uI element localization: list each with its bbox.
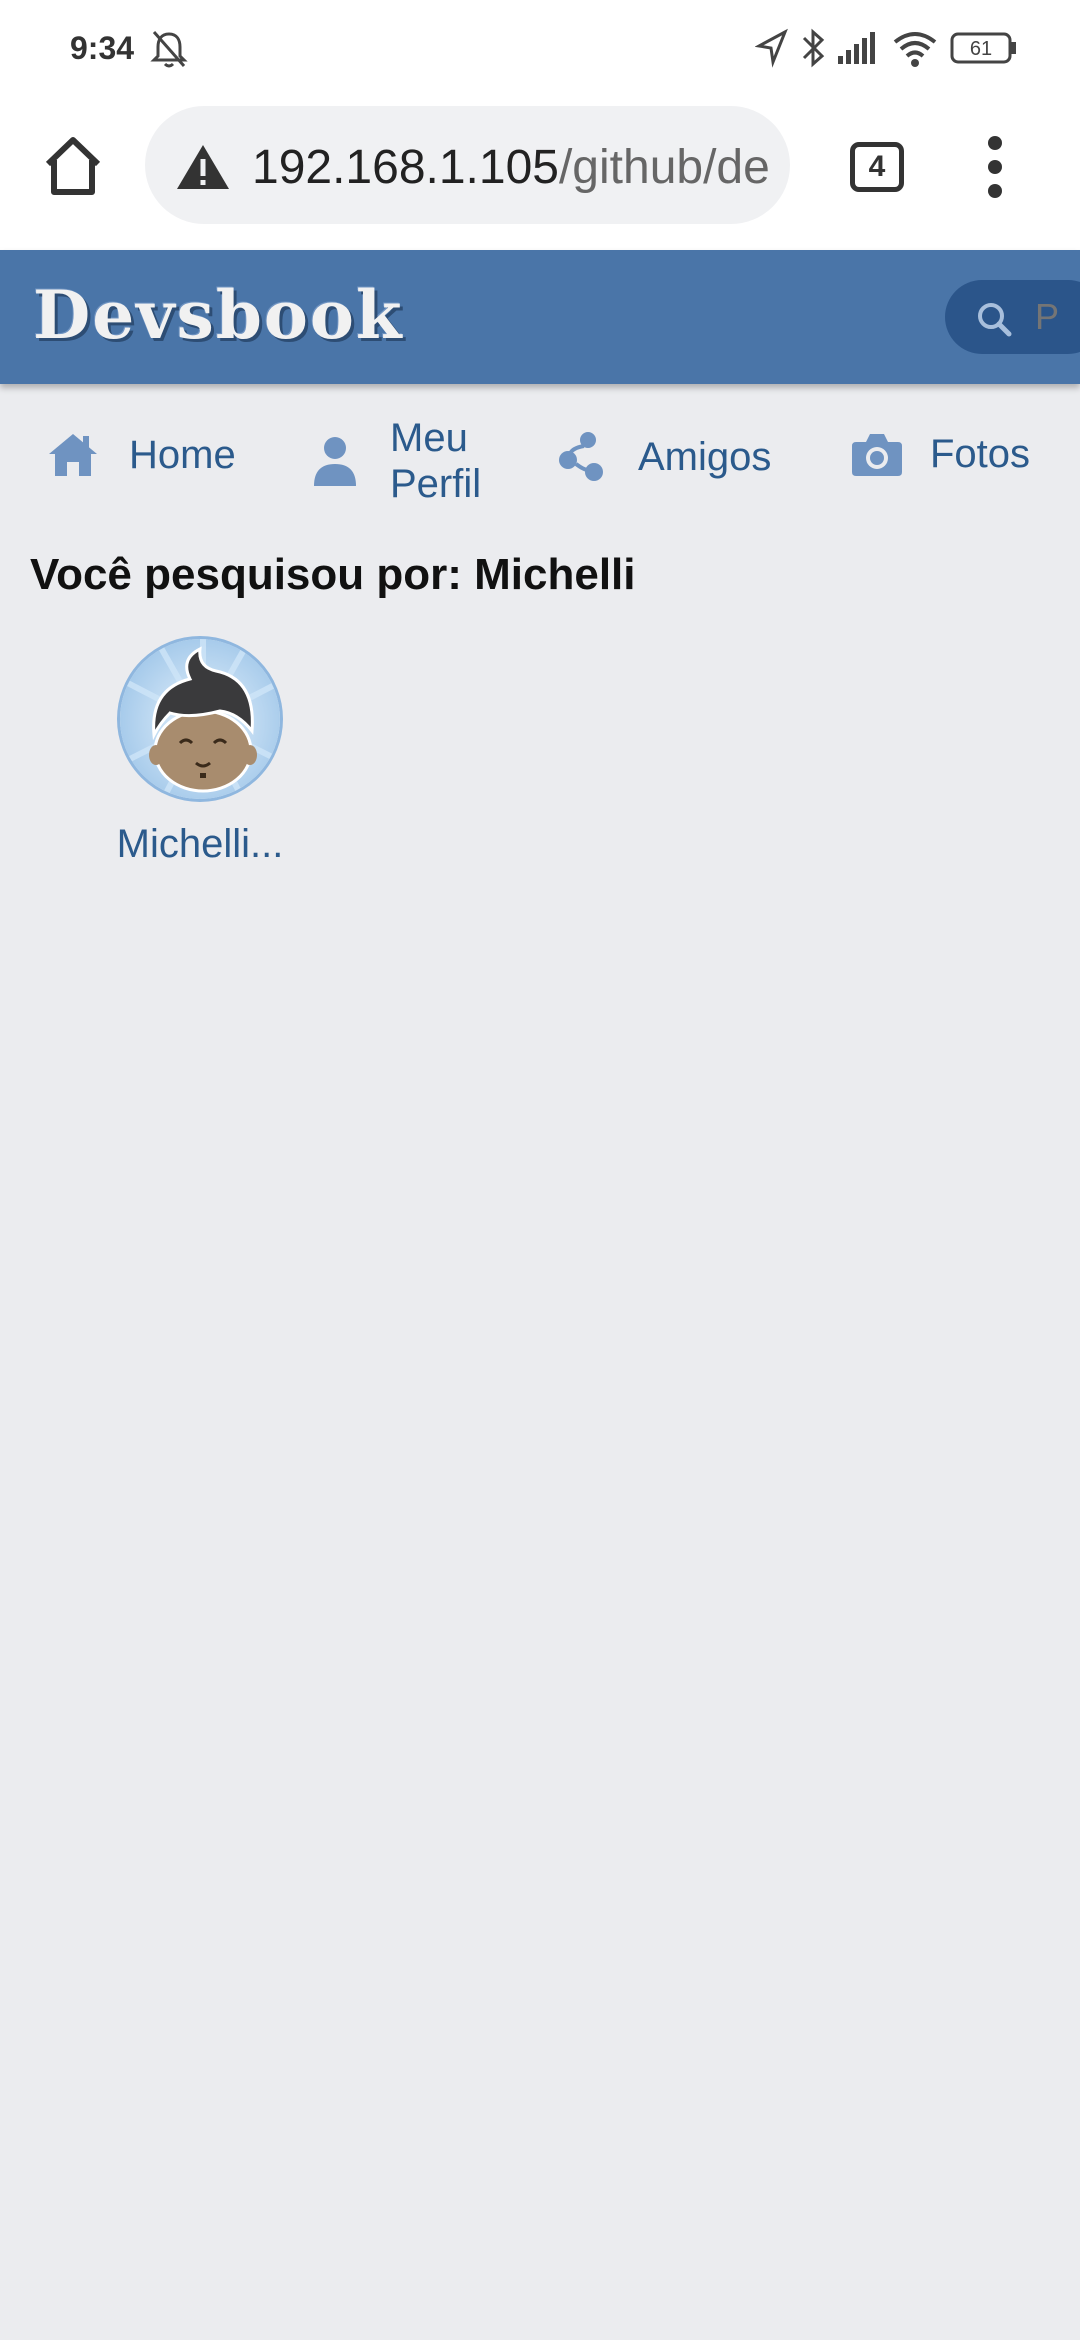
nav-label-home: Home xyxy=(129,433,236,477)
browser-toolbar: 192.168.1.105/github/de 4 xyxy=(0,100,1080,250)
site-logo[interactable]: Devsbook xyxy=(33,276,404,354)
nav-label-profile: Meu Perfil xyxy=(390,416,482,506)
nav-item-photos[interactable]: Fotos xyxy=(850,430,1030,478)
home-icon[interactable] xyxy=(38,130,108,200)
nav-label-photos: Fotos xyxy=(930,432,1031,476)
search-box[interactable] xyxy=(945,280,1080,354)
nav-item-home[interactable]: Home xyxy=(45,430,236,480)
list-item[interactable]: Michelli... xyxy=(100,636,300,867)
nav-item-friends[interactable]: Amigos xyxy=(556,430,771,484)
url-path: /github/de xyxy=(558,141,770,194)
location-icon xyxy=(754,28,789,73)
nav-label-friends: Amigos xyxy=(638,435,772,479)
search-input[interactable] xyxy=(1035,294,1075,340)
camera-icon xyxy=(852,434,902,476)
url-host: 192.168.1.105 xyxy=(252,141,559,194)
avatar[interactable] xyxy=(117,636,283,802)
mute-icon xyxy=(150,28,188,75)
status-time: 9:34 xyxy=(70,30,135,66)
tab-switcher-button[interactable]: 4 xyxy=(850,142,904,192)
url-text[interactable]: 192.168.1.105/github/de xyxy=(252,140,772,195)
more-menu-icon[interactable] xyxy=(980,136,1010,200)
home-nav-icon xyxy=(49,434,97,476)
friends-icon xyxy=(559,432,603,481)
signal-icon xyxy=(836,28,878,73)
site-header: Devsbook xyxy=(0,250,1080,384)
nav-item-profile[interactable]: Meu Perfil xyxy=(310,415,481,507)
warning-icon[interactable] xyxy=(175,142,231,197)
page-title: Você pesquisou por: Michelli xyxy=(30,550,636,599)
main-nav: Home Meu Perfil Amigos Fotos xyxy=(0,405,1080,515)
svg-text:61: 61 xyxy=(970,38,992,60)
search-icon xyxy=(978,303,1012,337)
status-bar: 9:34 61 xyxy=(0,0,1080,100)
battery-icon: 61 xyxy=(950,28,1018,73)
bluetooth-icon xyxy=(800,28,828,73)
result-name[interactable]: Michelli... xyxy=(100,822,300,867)
wifi-icon xyxy=(892,28,938,73)
address-bar[interactable]: 192.168.1.105/github/de xyxy=(145,106,790,224)
user-icon xyxy=(314,437,356,486)
